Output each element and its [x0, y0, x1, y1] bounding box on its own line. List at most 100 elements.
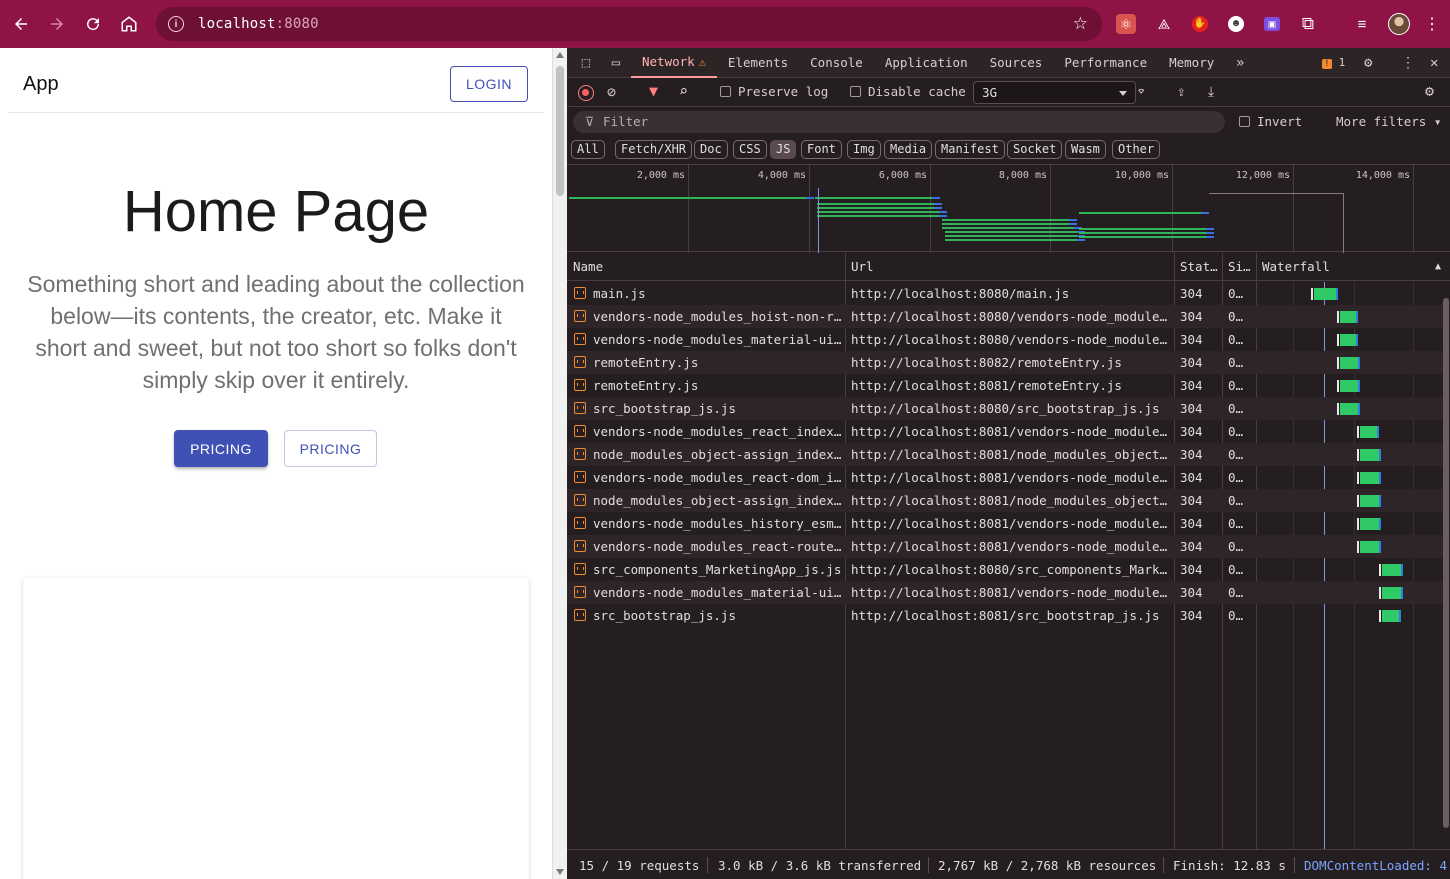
table-row[interactable]: remoteEntry.js http://localhost:8082/remo… [567, 351, 1443, 374]
record-stop-icon[interactable] [578, 85, 594, 101]
network-overview-timeline[interactable]: 2,000 ms 4,000 ms 6,000 ms 8,000 ms 10,000 m… [567, 164, 1450, 258]
devtools-menu-icon[interactable]: ⋮ [1401, 48, 1415, 78]
chrome-menu-icon[interactable]: ⋮ [1420, 12, 1444, 36]
inspect-element-icon[interactable]: ⬚ [571, 55, 601, 71]
more-filters-dropdown[interactable]: More filters ▾ [1336, 114, 1441, 129]
network-throttle-select[interactable]: 3G [973, 81, 1136, 104]
disable-cache-checkbox[interactable] [850, 86, 861, 97]
import-har-icon[interactable]: ⇪ [1177, 84, 1185, 100]
table-row[interactable]: vendors-node_modules_react-dom_i… http://… [567, 466, 1443, 489]
back-button[interactable] [3, 6, 39, 42]
close-devtools-icon[interactable]: ✕ [1430, 48, 1438, 78]
column-header-size[interactable]: Si… [1222, 253, 1251, 281]
search-icon[interactable]: ⌕ [679, 82, 688, 100]
waterfall-bar[interactable] [1339, 357, 1361, 369]
type-chip-socket[interactable]: Socket [1007, 140, 1063, 159]
table-row[interactable]: main.js http://localhost:8080/main.js 304 0… [567, 282, 1443, 305]
clear-log-icon[interactable]: ⊘ [607, 83, 616, 101]
tab-elements[interactable]: Elements [717, 48, 799, 78]
table-row[interactable]: vendors-node_modules_material-ui… http://… [567, 581, 1443, 604]
site-info-icon[interactable]: i [168, 16, 184, 32]
preserve-log-checkbox[interactable] [720, 86, 731, 97]
type-chip-other[interactable]: Other [1112, 140, 1161, 159]
column-header-name[interactable]: Name [567, 253, 603, 281]
filter-funnel-icon[interactable]: ▼ [649, 82, 658, 100]
table-row[interactable]: src_components_MarketingApp_js.js http://… [567, 558, 1443, 581]
type-chip-font[interactable]: Font [801, 140, 842, 159]
export-har-icon[interactable]: ⤓ [1208, 84, 1214, 100]
table-row[interactable]: vendors-node_modules_material-ui… http://… [567, 328, 1443, 351]
issues-badge[interactable]: ! 1 [1322, 56, 1345, 69]
waterfall-bar[interactable] [1360, 518, 1381, 530]
profile-avatar[interactable] [1388, 13, 1410, 35]
type-chip-img[interactable]: Img [847, 140, 881, 159]
extension-ghost-icon[interactable]: ☻ [1224, 12, 1248, 36]
type-chip-fetch-xhr[interactable]: Fetch/XHR [615, 140, 693, 159]
bookmark-star-icon[interactable]: ☆ [1073, 14, 1088, 34]
extension-hand-icon[interactable]: ✋ [1188, 12, 1212, 36]
extension-react-icon[interactable]: ⚛ [1116, 14, 1136, 34]
waterfall-bar[interactable] [1382, 610, 1401, 622]
waterfall-bar[interactable] [1360, 426, 1379, 438]
waterfall-bar[interactable] [1339, 334, 1359, 346]
waterfall-bar[interactable] [1360, 495, 1381, 507]
table-row[interactable]: remoteEntry.js http://localhost:8081/remo… [567, 374, 1443, 397]
settings-gear-icon[interactable]: ⚙ [1364, 48, 1372, 78]
type-chip-all[interactable]: All [571, 140, 605, 159]
extensions-puzzle-icon[interactable]: ⧉ [1296, 12, 1320, 36]
forward-button[interactable] [39, 6, 75, 42]
pricing-button-outline[interactable]: PRICING [284, 430, 377, 467]
requests-scrollbar[interactable] [1443, 298, 1449, 828]
type-chip-js[interactable]: JS [770, 140, 797, 159]
tab-sources[interactable]: Sources [979, 48, 1054, 78]
waterfall-bar[interactable] [1382, 587, 1403, 599]
disable-cache-toggle[interactable]: Disable cache [850, 84, 966, 99]
extension-redux-icon[interactable]: ▣ [1260, 12, 1284, 36]
pricing-button-primary[interactable]: PRICING [174, 430, 268, 467]
tab-application[interactable]: Application [874, 48, 979, 78]
page-scrollbar[interactable] [552, 48, 567, 879]
preserve-log-toggle[interactable]: Preserve log [720, 84, 828, 99]
reload-button[interactable] [75, 6, 111, 42]
table-row[interactable]: src_bootstrap_js.js http://localhost:8081… [567, 604, 1443, 627]
scroll-thumb[interactable] [556, 66, 564, 196]
url-text[interactable]: localhost:8080 [198, 16, 319, 32]
more-tabs-chevron-icon[interactable]: » [1225, 55, 1255, 71]
waterfall-bar[interactable] [1360, 541, 1381, 553]
type-chip-wasm[interactable]: Wasm [1065, 140, 1106, 159]
scroll-up-arrow-icon[interactable] [556, 52, 564, 58]
invert-checkbox[interactable] [1239, 116, 1250, 127]
table-row[interactable]: src_bootstrap_js.js http://localhost:8080… [567, 397, 1443, 420]
tab-memory[interactable]: Memory [1158, 48, 1225, 78]
home-button[interactable] [111, 6, 147, 42]
network-conditions-icon[interactable]: ⌔ [1137, 84, 1145, 100]
table-row[interactable]: node_modules_object-assign_index… http://… [567, 489, 1443, 512]
type-chip-media[interactable]: Media [884, 140, 933, 159]
waterfall-bar[interactable] [1339, 311, 1359, 323]
waterfall-bar[interactable] [1339, 403, 1361, 415]
media-queue-icon[interactable]: ≡ [1350, 12, 1374, 36]
table-row[interactable]: vendors-node_modules_react-route… http://… [567, 535, 1443, 558]
waterfall-bar[interactable] [1339, 380, 1361, 392]
login-button[interactable]: LOGIN [450, 66, 528, 102]
column-header-waterfall[interactable]: Waterfall [1256, 253, 1330, 281]
tab-performance[interactable]: Performance [1053, 48, 1158, 78]
column-header-status[interactable]: Stat… [1174, 253, 1218, 281]
invert-toggle[interactable]: Invert [1239, 114, 1302, 129]
sort-ascending-icon[interactable]: ▲ [1429, 253, 1441, 281]
waterfall-bar[interactable] [1313, 288, 1338, 300]
device-toolbar-icon[interactable]: ▭ [601, 55, 631, 71]
network-settings-gear-icon[interactable]: ⚙ [1425, 82, 1434, 100]
table-row[interactable]: vendors-node_modules_history_esm… http://… [567, 512, 1443, 535]
type-chip-css[interactable]: CSS [733, 140, 767, 159]
scroll-down-arrow-icon[interactable] [556, 869, 564, 875]
filter-input[interactable]: ⊽ Filter [573, 111, 1225, 133]
waterfall-bar[interactable] [1360, 449, 1381, 461]
extension-triangle-icon[interactable]: ⟁ [1152, 12, 1176, 36]
column-header-url[interactable]: Url [845, 253, 874, 281]
table-row[interactable]: vendors-node_modules_hoist-non-r… http://… [567, 305, 1443, 328]
address-bar[interactable]: i localhost:8080 ☆ [156, 7, 1102, 41]
type-chip-doc[interactable]: Doc [694, 140, 728, 159]
waterfall-bar[interactable] [1382, 564, 1403, 576]
type-chip-manifest[interactable]: Manifest [935, 140, 1005, 159]
